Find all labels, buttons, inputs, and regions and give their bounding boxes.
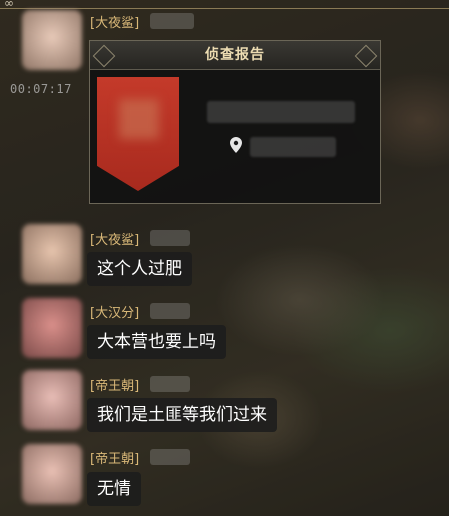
sender-name: [大汉分] bbox=[90, 306, 140, 321]
scout-report-card[interactable]: 侦查报告 bbox=[89, 40, 381, 204]
game-timer: 00:07:17 bbox=[10, 82, 72, 96]
top-divider: ∞ bbox=[0, 0, 449, 10]
map-pin-icon bbox=[230, 137, 242, 153]
avatar[interactable] bbox=[22, 444, 82, 504]
avatar[interactable] bbox=[22, 298, 82, 358]
avatar[interactable] bbox=[22, 10, 82, 70]
sender-name: [帝王朝] bbox=[90, 379, 140, 394]
target-name-blur bbox=[207, 101, 355, 123]
sender-name: [帝王朝] bbox=[90, 452, 140, 467]
sender-name: [大夜鲨] bbox=[90, 16, 140, 31]
infinity-icon: ∞ bbox=[4, 0, 14, 10]
sender-name-blur bbox=[150, 230, 190, 246]
alliance-emblem bbox=[97, 77, 179, 191]
emblem-blur bbox=[119, 99, 159, 139]
sender-name-blur bbox=[150, 303, 190, 319]
sender-name-blur bbox=[150, 449, 190, 465]
scout-report-title-bar: 侦查报告 bbox=[90, 41, 380, 70]
message-bubble[interactable]: 无情 bbox=[87, 472, 141, 506]
target-location-blur bbox=[250, 137, 336, 157]
sender-name-blur bbox=[150, 376, 190, 392]
avatar[interactable] bbox=[22, 370, 82, 430]
title-ornament-icon bbox=[354, 44, 378, 68]
message-bubble[interactable]: 我们是土匪等我们过来 bbox=[87, 398, 277, 432]
title-ornament-icon bbox=[92, 44, 116, 68]
message-bubble[interactable]: 这个人过肥 bbox=[87, 252, 192, 286]
scout-report-title: 侦查报告 bbox=[205, 47, 265, 63]
sender-name: [大夜鲨] bbox=[90, 233, 140, 248]
sender-name-blur bbox=[150, 13, 194, 29]
avatar[interactable] bbox=[22, 224, 82, 284]
message-bubble[interactable]: 大本营也要上吗 bbox=[87, 325, 226, 359]
